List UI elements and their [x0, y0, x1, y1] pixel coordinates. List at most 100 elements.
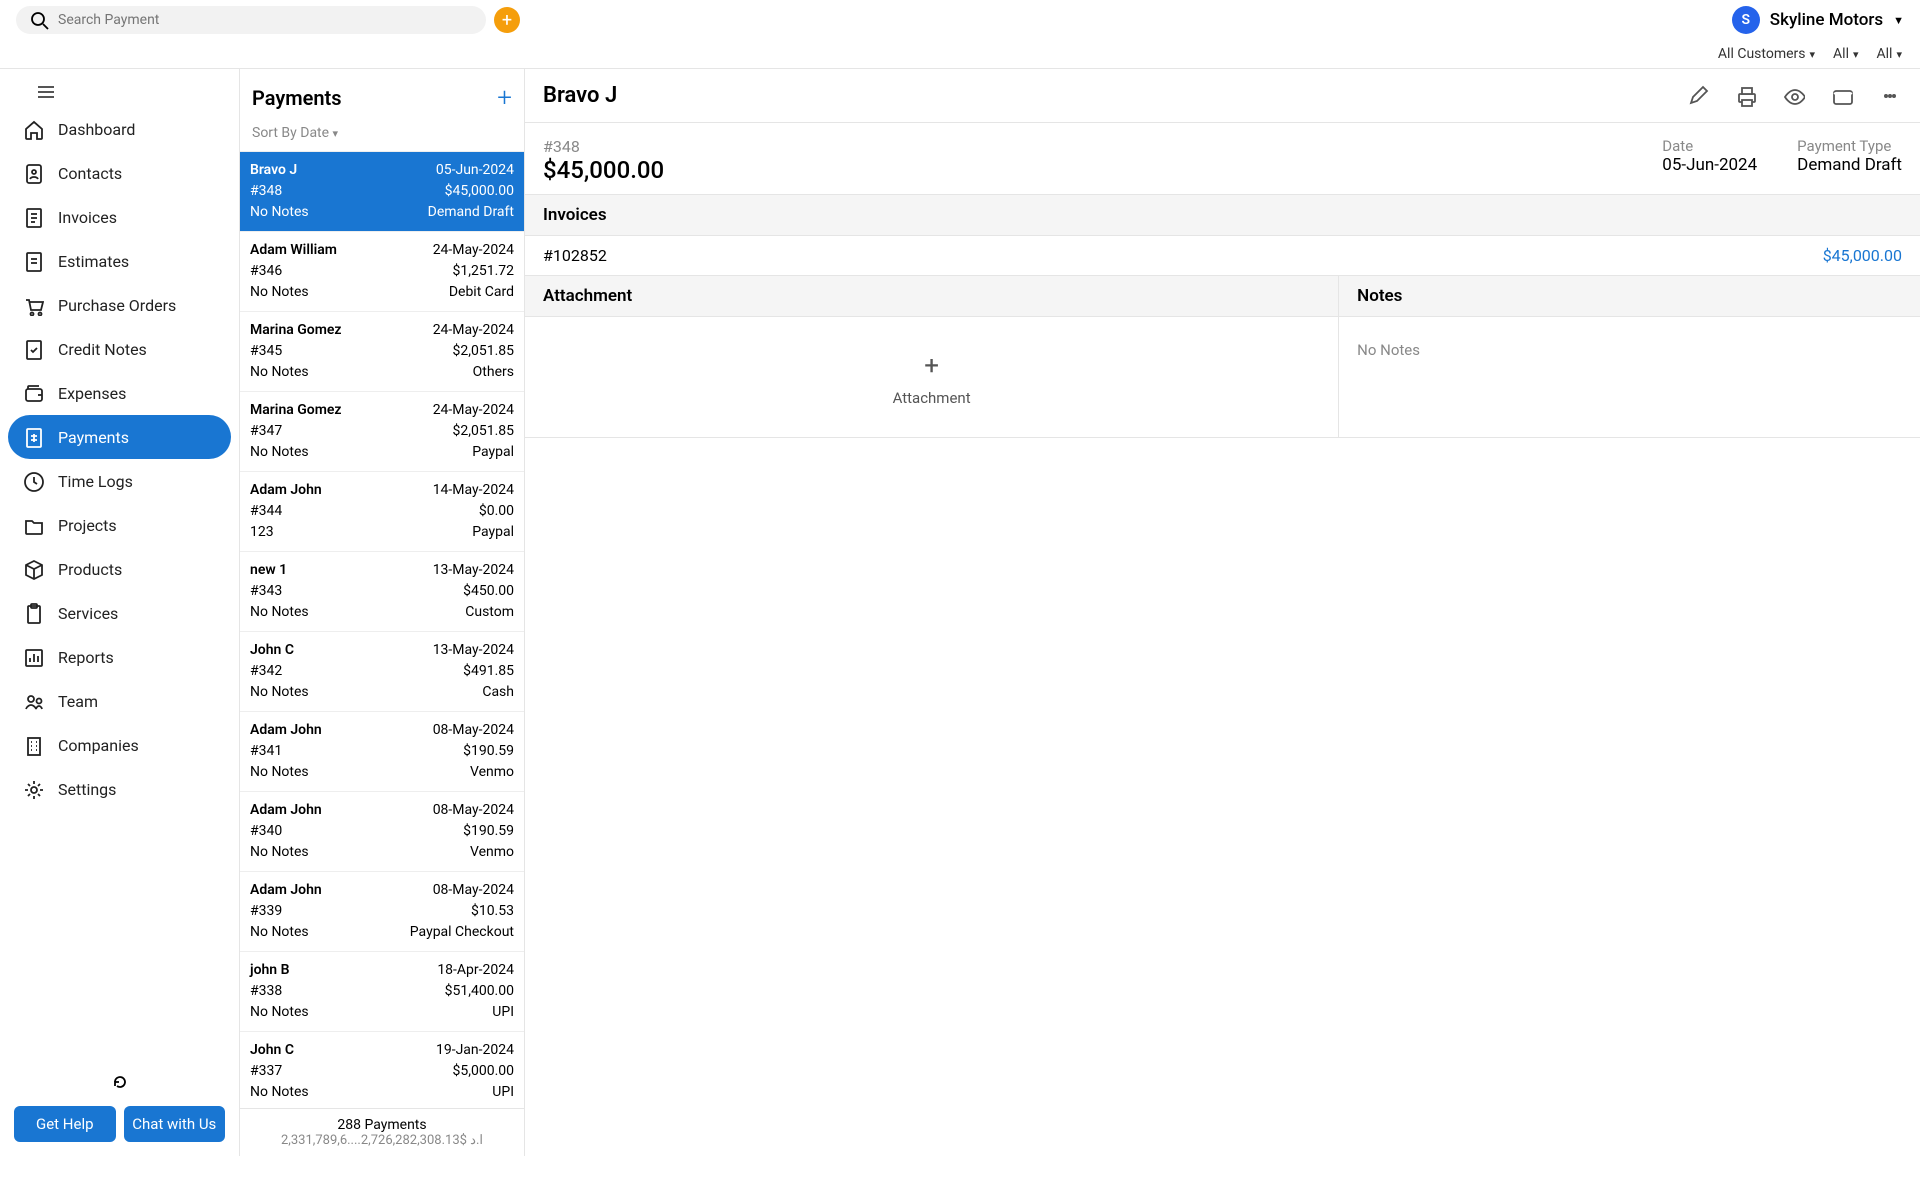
more-button[interactable] — [1878, 84, 1902, 108]
item-name: Adam John — [250, 800, 322, 821]
sidebar-item-label: Companies — [58, 736, 139, 755]
item-amount: $190.59 — [463, 741, 514, 762]
item-notes: No Notes — [250, 282, 309, 303]
payment-list-item[interactable]: Marina Gomez24-May-2024#347$2,051.85No N… — [240, 392, 524, 472]
print-button[interactable] — [1734, 84, 1758, 108]
sidebar-item-label: Purchase Orders — [58, 296, 176, 315]
item-id: #340 — [250, 821, 282, 842]
add-payment-button[interactable]: + — [497, 83, 512, 113]
sidebar-item-contacts[interactable]: Contacts — [8, 151, 231, 195]
item-method: Paypal Checkout — [410, 922, 514, 943]
topbar: + S Skyline Motors ▼ — [0, 0, 1920, 40]
item-amount: $491.85 — [463, 661, 514, 682]
payment-list-item[interactable]: new 113-May-2024#343$450.00No NotesCusto… — [240, 552, 524, 632]
menu-toggle-button[interactable] — [38, 86, 54, 98]
item-notes: 123 — [250, 522, 274, 543]
preview-button[interactable] — [1782, 84, 1806, 108]
item-id: #348 — [250, 181, 282, 202]
company-selector[interactable]: S Skyline Motors ▼ — [1732, 6, 1904, 34]
item-name: Marina Gomez — [250, 320, 342, 341]
sidebar-item-time-logs[interactable]: Time Logs — [8, 459, 231, 503]
invoice-row[interactable]: #102852 $45,000.00 — [525, 236, 1920, 276]
sidebar-item-invoices[interactable]: Invoices — [8, 195, 231, 239]
item-id: #339 — [250, 901, 282, 922]
item-method: Cash — [482, 682, 514, 703]
payment-detail: Bravo J #348 $45,000.00 Date 05-Jun-2024 — [525, 69, 1920, 1156]
sidebar-item-label: Expenses — [58, 384, 126, 403]
sidebar-item-services[interactable]: Services — [8, 591, 231, 635]
item-amount: $10.53 — [471, 901, 514, 922]
sidebar-item-reports[interactable]: Reports — [8, 635, 231, 679]
payment-list-item[interactable]: John C19-Jan-2024#337$5,000.00No NotesUP… — [240, 1032, 524, 1108]
filter-all-1[interactable]: All▾ — [1833, 46, 1858, 62]
filter-customers[interactable]: All Customers▾ — [1718, 46, 1815, 62]
payment-type: Demand Draft — [1797, 155, 1902, 175]
sidebar-item-purchase-orders[interactable]: Purchase Orders — [8, 283, 231, 327]
item-name: John C — [250, 1040, 294, 1061]
notes-body: No Notes — [1339, 317, 1920, 437]
sidebar-item-companies[interactable]: Companies — [8, 723, 231, 767]
chat-button[interactable]: Chat with Us — [124, 1106, 226, 1142]
chart-icon — [22, 646, 44, 668]
payment-list-item[interactable]: John C13-May-2024#342$491.85No NotesCash — [240, 632, 524, 712]
sidebar-item-team[interactable]: Team — [8, 679, 231, 723]
payment-list-item[interactable]: Adam John14-May-2024#344$0.00123Paypal — [240, 472, 524, 552]
sidebar-item-payments[interactable]: Payments — [8, 415, 231, 459]
invoice-amount: $45,000.00 — [1823, 246, 1902, 265]
sidebar-item-label: Credit Notes — [58, 340, 147, 359]
filter-all-2[interactable]: All▾ — [1877, 46, 1902, 62]
search-box[interactable] — [16, 6, 486, 34]
item-id: #341 — [250, 741, 282, 762]
edit-button[interactable] — [1686, 84, 1710, 108]
sidebar-item-projects[interactable]: Projects — [8, 503, 231, 547]
sidebar-item-estimates[interactable]: Estimates — [8, 239, 231, 283]
payment-list-item[interactable]: Adam John08-May-2024#339$10.53No NotesPa… — [240, 872, 524, 952]
item-date: 24-May-2024 — [433, 400, 514, 421]
mail-icon — [1831, 85, 1853, 107]
payment-list-item[interactable]: Marina Gomez24-May-2024#345$2,051.85No N… — [240, 312, 524, 392]
sidebar-item-label: Reports — [58, 648, 114, 667]
payment-list-item[interactable]: Adam John08-May-2024#341$190.59No NotesV… — [240, 712, 524, 792]
company-name: Skyline Motors — [1770, 10, 1883, 30]
item-date: 05-Jun-2024 — [436, 160, 514, 181]
payment-list-item[interactable]: Adam William24-May-2024#346$1,251.72No N… — [240, 232, 524, 312]
item-amount: $45,000.00 — [445, 181, 514, 202]
get-help-button[interactable]: Get Help — [14, 1106, 116, 1142]
sidebar-item-products[interactable]: Products — [8, 547, 231, 591]
sidebar-item-credit-notes[interactable]: Credit Notes — [8, 327, 231, 371]
add-attachment-button[interactable]: + Attachment — [543, 351, 1320, 407]
payment-list-item[interactable]: Adam John08-May-2024#340$190.59No NotesV… — [240, 792, 524, 872]
refresh-icon — [112, 1074, 128, 1090]
email-button[interactable] — [1830, 84, 1854, 108]
pencil-icon — [1687, 85, 1709, 107]
refresh-button[interactable] — [8, 1068, 231, 1100]
item-method: Custom — [465, 602, 514, 623]
item-name: new 1 — [250, 560, 287, 581]
gear-icon — [22, 778, 44, 800]
sidebar-item-label: Products — [58, 560, 122, 579]
search-input[interactable] — [58, 12, 474, 28]
search-icon — [28, 9, 50, 31]
sidebar-item-dashboard[interactable]: Dashboard — [8, 107, 231, 151]
box-icon — [22, 558, 44, 580]
filter-row: All Customers▾ All▾ All▾ — [0, 40, 1920, 68]
sidebar-item-expenses[interactable]: Expenses — [8, 371, 231, 415]
item-id: #343 — [250, 581, 282, 602]
item-date: 08-May-2024 — [433, 800, 514, 821]
payment-list-item[interactable]: Bravo J05-Jun-2024#348$45,000.00No Notes… — [240, 152, 524, 232]
item-method: Paypal — [472, 522, 514, 543]
payment-date: 05-Jun-2024 — [1662, 155, 1757, 175]
list-title: Payments — [252, 86, 342, 110]
sidebar-item-label: Team — [58, 692, 98, 711]
item-method: Others — [473, 362, 514, 383]
sidebar-item-settings[interactable]: Settings — [8, 767, 231, 811]
payment-id: #348 — [543, 137, 664, 156]
payment-list-item[interactable]: john B18-Apr-2024#338$51,400.00No NotesU… — [240, 952, 524, 1032]
global-add-button[interactable]: + — [494, 7, 520, 33]
item-notes: No Notes — [250, 602, 309, 623]
item-amount: $5,000.00 — [452, 1061, 514, 1082]
type-label: Payment Type — [1797, 137, 1902, 155]
item-date: 24-May-2024 — [433, 240, 514, 261]
item-notes: No Notes — [250, 762, 309, 783]
sort-selector[interactable]: Sort By Date ▾ — [240, 121, 524, 152]
